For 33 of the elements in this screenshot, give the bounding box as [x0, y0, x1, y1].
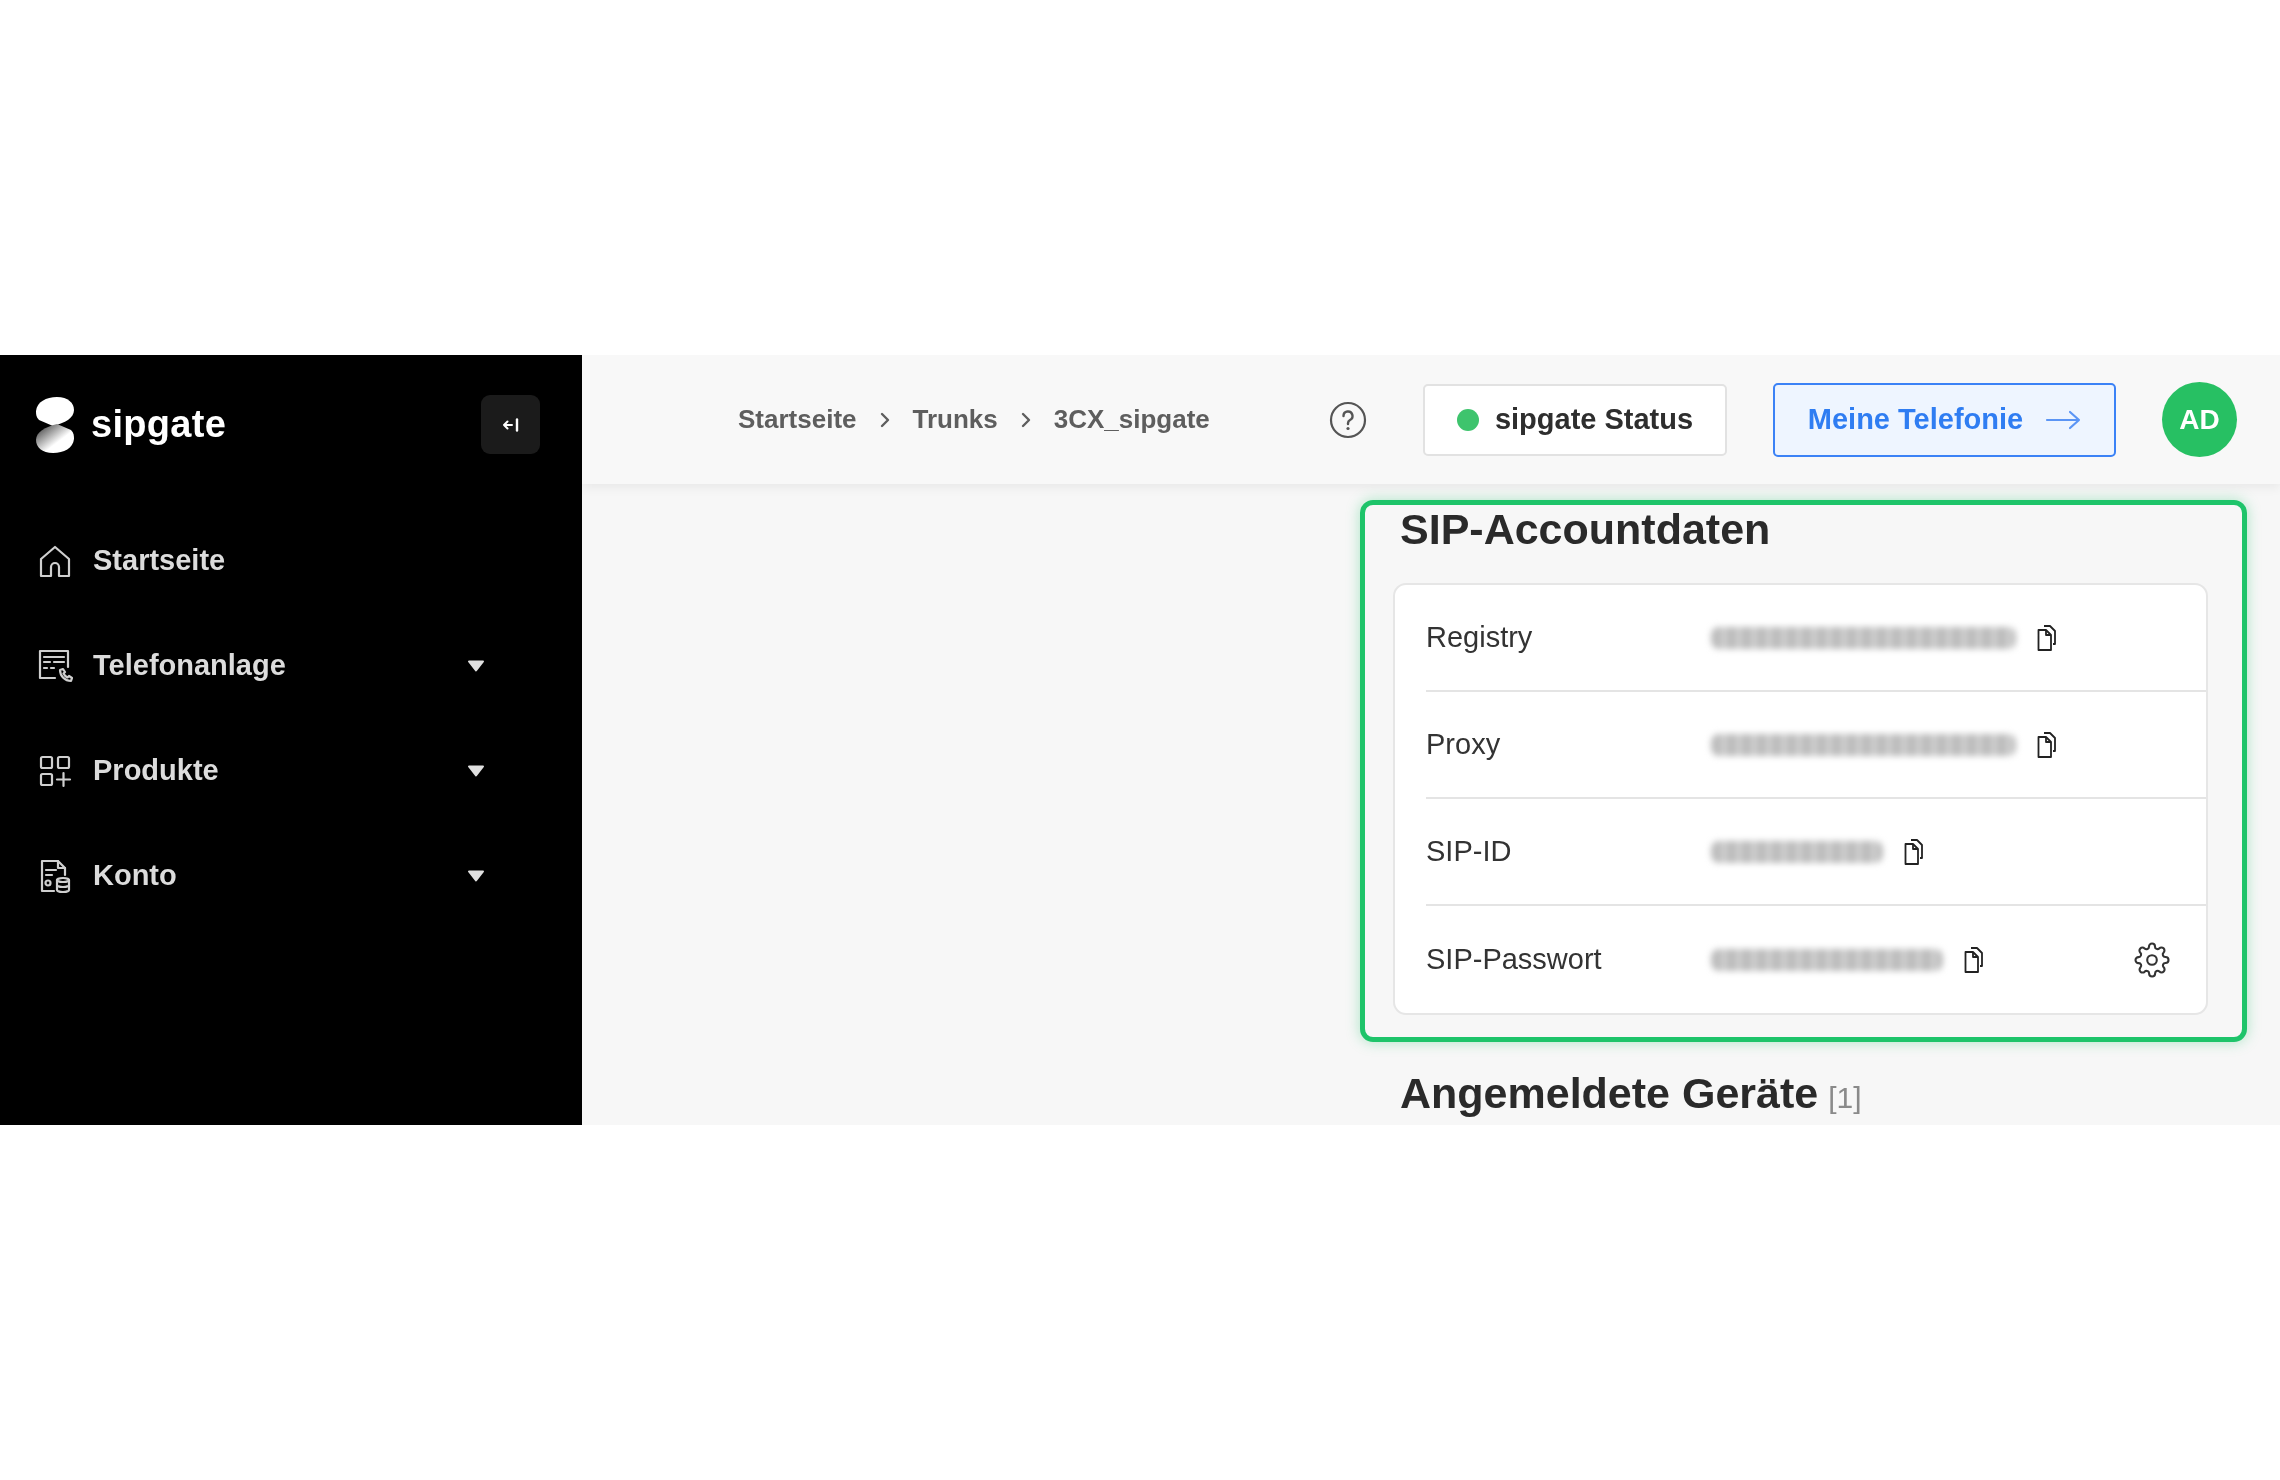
status-button[interactable]: sipgate Status — [1423, 383, 1727, 456]
chevron-right-icon — [878, 410, 891, 429]
sidebar-item[interactable]: Telefonanlage — [0, 613, 582, 718]
field-label: SIP-ID — [1426, 835, 1513, 868]
caret-icon — [467, 869, 485, 882]
section-title: Angemeldete Geräte — [1400, 1068, 1819, 1119]
settings-icon[interactable] — [2134, 941, 2170, 978]
breadcrumb-link[interactable]: Trunks — [912, 404, 998, 435]
arrow-right-icon — [2045, 409, 2082, 430]
logo-text: sipgate — [91, 403, 228, 446]
copy-icon[interactable] — [2036, 624, 2058, 651]
collapse-icon — [501, 417, 520, 432]
sidebar-item[interactable]: Konto — [0, 823, 582, 928]
section-title: SIP-Accountdaten — [1400, 508, 1772, 551]
caret-icon — [467, 764, 485, 777]
breadcrumb-current: 3CX_sipgate — [1053, 404, 1210, 435]
field-label: Proxy — [1426, 728, 1502, 761]
meine-telefonie-button[interactable]: Meine Telefonie — [1773, 382, 2116, 457]
chevron-right-icon — [1019, 410, 1032, 429]
logo-icon — [35, 395, 75, 454]
status-dot-icon — [1456, 408, 1479, 431]
help-icon[interactable] — [1329, 400, 1367, 439]
field-label: SIP-Passwort — [1426, 943, 1603, 976]
field-label: Registry — [1426, 621, 1534, 654]
sidebar-item[interactable]: Produkte — [0, 718, 582, 823]
caret-icon — [467, 659, 485, 672]
device-count: [1] — [1828, 1080, 1862, 1116]
sidebar-item[interactable]: Startseite — [0, 508, 582, 613]
receipt-phone-icon — [37, 647, 73, 684]
copy-icon[interactable] — [1903, 838, 1925, 865]
breadcrumb-link[interactable]: Startseite — [738, 404, 857, 435]
copy-icon[interactable] — [1963, 946, 1985, 973]
copy-icon[interactable] — [2036, 731, 2058, 758]
